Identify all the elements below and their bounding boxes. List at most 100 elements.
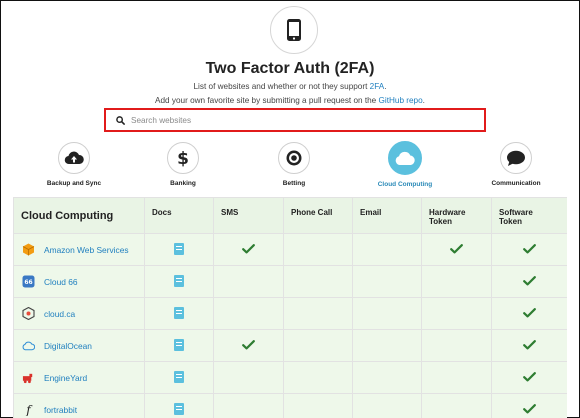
search-icon xyxy=(116,115,125,125)
table-row: EngineYard xyxy=(13,361,567,394)
software-token-cell xyxy=(491,393,567,418)
site-cell: EngineYard xyxy=(13,361,145,394)
docs-cell xyxy=(144,361,214,394)
docs-cell xyxy=(144,297,214,330)
document-icon[interactable] xyxy=(174,275,184,288)
cloud66-logo: 66 xyxy=(22,275,35,288)
phone-cell xyxy=(283,233,353,266)
sms-cell xyxy=(213,329,284,362)
aws-logo xyxy=(22,243,35,256)
check-icon xyxy=(242,244,255,254)
software-token-cell xyxy=(491,233,567,266)
category-label: Banking xyxy=(170,180,196,187)
search-bar[interactable] xyxy=(104,108,486,132)
cloudca-logo xyxy=(22,307,35,320)
category-betting[interactable]: Betting xyxy=(244,140,344,187)
email-cell xyxy=(352,265,422,298)
github-repo-link[interactable]: GitHub repo xyxy=(379,96,423,105)
sms-cell xyxy=(213,265,284,298)
site-link[interactable]: cloud.ca xyxy=(44,309,75,319)
hardware-token-cell xyxy=(421,361,492,394)
hardware-token-cell xyxy=(421,297,492,330)
svg-text:f: f xyxy=(25,403,33,416)
sites-table-container: Cloud Computing Docs SMS Phone Call Emai… xyxy=(13,197,567,418)
docs-cell xyxy=(144,393,214,418)
site-link[interactable]: EngineYard xyxy=(44,373,87,383)
site-cell: f fortrabbit xyxy=(13,393,145,418)
document-icon[interactable] xyxy=(174,371,184,384)
category-backup-and-sync[interactable]: Backup and Sync xyxy=(24,140,124,187)
email-cell xyxy=(352,233,422,266)
document-icon[interactable] xyxy=(174,243,184,256)
category-label: Cloud Computing xyxy=(377,181,433,188)
site-logo[interactable] xyxy=(270,6,318,54)
hardware-token-cell xyxy=(421,265,492,298)
site-link[interactable]: Amazon Web Services xyxy=(44,245,129,255)
category-communication[interactable]: Communication xyxy=(466,140,566,187)
column-header-phone: Phone Call xyxy=(283,197,353,234)
category-cloud-computing[interactable]: Cloud Computing xyxy=(355,140,455,188)
sms-cell xyxy=(213,361,284,394)
sms-cell xyxy=(213,233,284,266)
software-token-cell xyxy=(491,265,567,298)
column-header-hardware: Hardware Token xyxy=(421,197,492,234)
cloud-icon xyxy=(395,151,415,165)
category-label: Betting xyxy=(282,180,306,187)
column-header-email: Email xyxy=(352,197,422,234)
table-row: f fortrabbit xyxy=(13,393,567,418)
phone-cell xyxy=(283,393,353,418)
table-header-row: Cloud Computing Docs SMS Phone Call Emai… xyxy=(13,197,567,234)
page-title: Two Factor Auth (2FA) xyxy=(205,60,375,77)
email-cell xyxy=(352,361,422,394)
phone-cell xyxy=(283,265,353,298)
document-icon[interactable] xyxy=(174,307,184,320)
check-icon xyxy=(523,244,536,254)
category-bar: Backup and Sync $ Banking Betting Cloud … xyxy=(0,140,580,196)
hardware-token-cell xyxy=(421,393,492,418)
site-link[interactable]: Cloud 66 xyxy=(44,277,78,287)
search-input[interactable] xyxy=(131,115,471,125)
email-cell xyxy=(352,297,422,330)
digitalocean-logo xyxy=(22,339,35,352)
email-cell xyxy=(352,393,422,418)
cloud-upload-icon xyxy=(64,151,84,165)
dollar-icon: $ xyxy=(177,149,189,167)
check-icon xyxy=(523,308,536,318)
software-token-cell xyxy=(491,297,567,330)
table-row: Amazon Web Services xyxy=(13,233,567,266)
column-header-docs: Docs xyxy=(144,197,214,234)
document-icon[interactable] xyxy=(174,403,184,416)
category-label: Communication xyxy=(491,180,541,187)
chat-bubble-icon xyxy=(507,150,525,166)
site-cell: 66 Cloud 66 xyxy=(13,265,145,298)
sms-cell xyxy=(213,297,284,330)
docs-cell xyxy=(144,265,214,298)
2fa-link[interactable]: 2FA xyxy=(370,82,385,91)
fortrabbit-logo: f xyxy=(22,403,35,416)
site-link[interactable]: DigitalOcean xyxy=(44,341,92,351)
contribute-note: Add your own favorite site by submitting… xyxy=(155,96,425,105)
smartphone-icon xyxy=(287,19,301,41)
site-cell: Amazon Web Services xyxy=(13,233,145,266)
check-icon xyxy=(523,340,536,350)
document-icon[interactable] xyxy=(174,339,184,352)
column-header-sms: SMS xyxy=(213,197,284,234)
phone-cell xyxy=(283,297,353,330)
category-banking[interactable]: $ Banking xyxy=(133,140,233,187)
site-cell: cloud.ca xyxy=(13,297,145,330)
page-subtitle: List of websites and whether or not they… xyxy=(193,82,387,91)
svg-text:66: 66 xyxy=(24,279,32,286)
check-icon xyxy=(450,244,463,254)
software-token-cell xyxy=(491,329,567,362)
site-cell: DigitalOcean xyxy=(13,329,145,362)
svg-text:$: $ xyxy=(177,149,189,167)
sites-table: Cloud Computing Docs SMS Phone Call Emai… xyxy=(13,197,567,418)
software-token-cell xyxy=(491,361,567,394)
hardware-token-cell xyxy=(421,233,492,266)
site-link[interactable]: fortrabbit xyxy=(44,405,77,415)
docs-cell xyxy=(144,329,214,362)
column-header-name: Cloud Computing xyxy=(13,197,145,234)
target-icon xyxy=(286,150,302,166)
table-row: DigitalOcean xyxy=(13,329,567,362)
email-cell xyxy=(352,329,422,362)
